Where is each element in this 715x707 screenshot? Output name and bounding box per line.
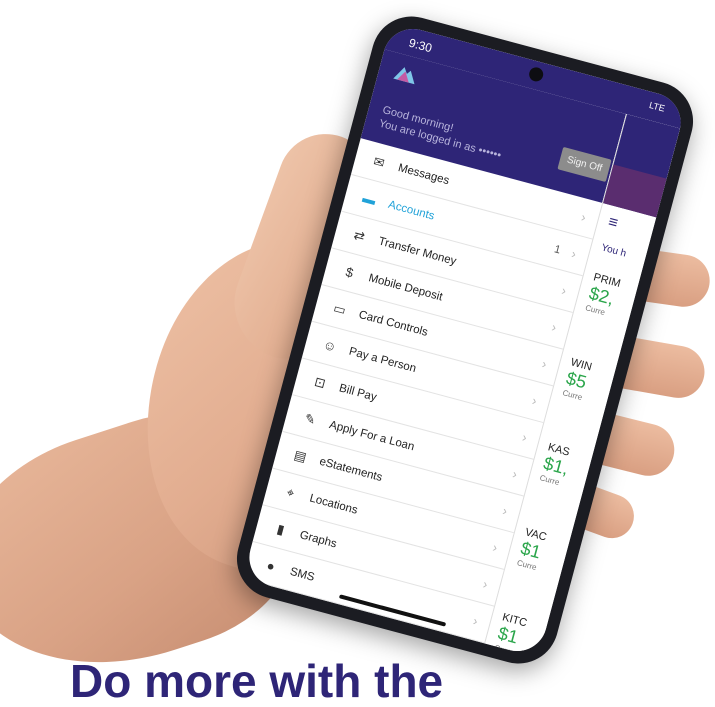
bank-logo-icon (393, 67, 415, 85)
camera-notch (527, 65, 545, 83)
menu-item-label: Graphs (298, 528, 339, 550)
hamburger-menu-icon[interactable]: ≡ (606, 213, 619, 233)
transfer-icon: ⇄ (352, 226, 367, 244)
menu-item-label: Locations (308, 491, 360, 517)
chevron-right-icon: › (559, 282, 569, 299)
sign-off-button[interactable]: Sign Off (557, 146, 612, 183)
account-card[interactable]: KAS $1, Curre (539, 441, 574, 488)
phone-screen: 9:30 LTE Good morning! You are logged in… (242, 22, 688, 658)
phone: 9:30 LTE Good morning! You are logged in… (227, 7, 703, 673)
menu-item-label: Mobile Deposit (367, 271, 444, 303)
chevron-right-icon: › (579, 209, 588, 225)
people-icon: ☺ (321, 336, 339, 355)
bill-icon: ⊡ (312, 373, 328, 391)
count-badge: 1 (553, 242, 563, 256)
menu-item-label: Card Controls (357, 308, 430, 339)
menu-item-label: Accounts (387, 198, 436, 223)
menu-item-label: Bill Pay (337, 381, 379, 404)
chevron-right-icon: › (510, 466, 519, 482)
menu-item-label: eStatements (318, 455, 384, 484)
menu-item-label: Transfer Money (377, 234, 458, 268)
chevron-right-icon: › (540, 356, 549, 372)
chevron-right-icon: › (530, 392, 539, 409)
location-pin-icon: ⌖ (285, 483, 297, 501)
chevron-right-icon: › (491, 539, 500, 556)
network-indicator: LTE (648, 99, 666, 114)
loan-icon: ✎ (303, 410, 318, 428)
account-card[interactable]: VAC $1 Curre (516, 526, 548, 572)
envelope-icon: ✉ (372, 153, 387, 171)
card-icon: ▭ (331, 299, 348, 318)
wallet-icon: ▬ (361, 189, 378, 208)
headline: Do more with the (70, 655, 444, 707)
chevron-right-icon: › (471, 612, 480, 629)
statement-icon: ▤ (292, 446, 309, 465)
status-time: 9:30 (407, 35, 434, 56)
check-deposit-icon: $ (344, 264, 356, 281)
account-card[interactable]: PRIM $2, Curre (584, 271, 621, 319)
menu-item-label: Pay a Person (347, 345, 418, 375)
accounts-greeting: You h (600, 242, 628, 260)
sms-icon: ● (265, 557, 277, 575)
account-card[interactable]: WIN $5 Curre (562, 356, 594, 402)
chevron-right-icon: › (500, 502, 510, 519)
chevron-right-icon: › (550, 319, 559, 335)
chevron-right-icon: › (569, 245, 578, 262)
chevron-right-icon: › (520, 429, 529, 446)
menu-item-label: SMS (288, 565, 316, 584)
bar-graph-icon: ▮ (275, 520, 287, 537)
menu-item-label: Messages (396, 161, 451, 187)
chevron-right-icon: › (481, 576, 490, 592)
